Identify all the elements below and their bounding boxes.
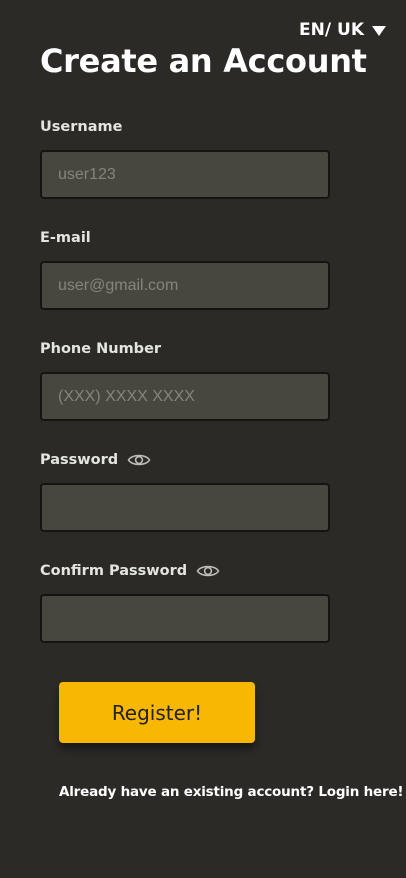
- confirm-password-label-text: Confirm Password: [40, 563, 188, 579]
- language-selector[interactable]: EN/ UK: [299, 20, 386, 40]
- email-input[interactable]: [40, 261, 330, 310]
- page-title: Create an Account: [40, 42, 367, 80]
- register-button[interactable]: Register!: [59, 682, 255, 743]
- caret-down-icon: [372, 25, 386, 36]
- login-prompt: Already have an existing account? Login …: [59, 784, 404, 800]
- language-label: EN/ UK: [299, 20, 364, 40]
- email-label-text: E-mail: [40, 230, 91, 246]
- password-input[interactable]: [40, 483, 330, 532]
- phone-label-text: Phone Number: [40, 341, 162, 357]
- confirm-password-label: Confirm Password: [40, 563, 220, 579]
- email-label: E-mail: [40, 230, 91, 246]
- confirm-password-input[interactable]: [40, 594, 330, 643]
- phone-input[interactable]: [40, 372, 330, 421]
- username-label-text: Username: [40, 119, 123, 135]
- username-label: Username: [40, 119, 122, 135]
- eye-icon[interactable]: [196, 563, 220, 579]
- login-prompt-text: Already have an existing account?: [59, 784, 314, 800]
- eye-icon[interactable]: [127, 452, 151, 468]
- login-link[interactable]: Login here!: [318, 784, 403, 800]
- password-label-text: Password: [40, 452, 119, 468]
- phone-label: Phone Number: [40, 341, 161, 357]
- password-label: Password: [40, 452, 151, 468]
- username-input[interactable]: [40, 150, 330, 199]
